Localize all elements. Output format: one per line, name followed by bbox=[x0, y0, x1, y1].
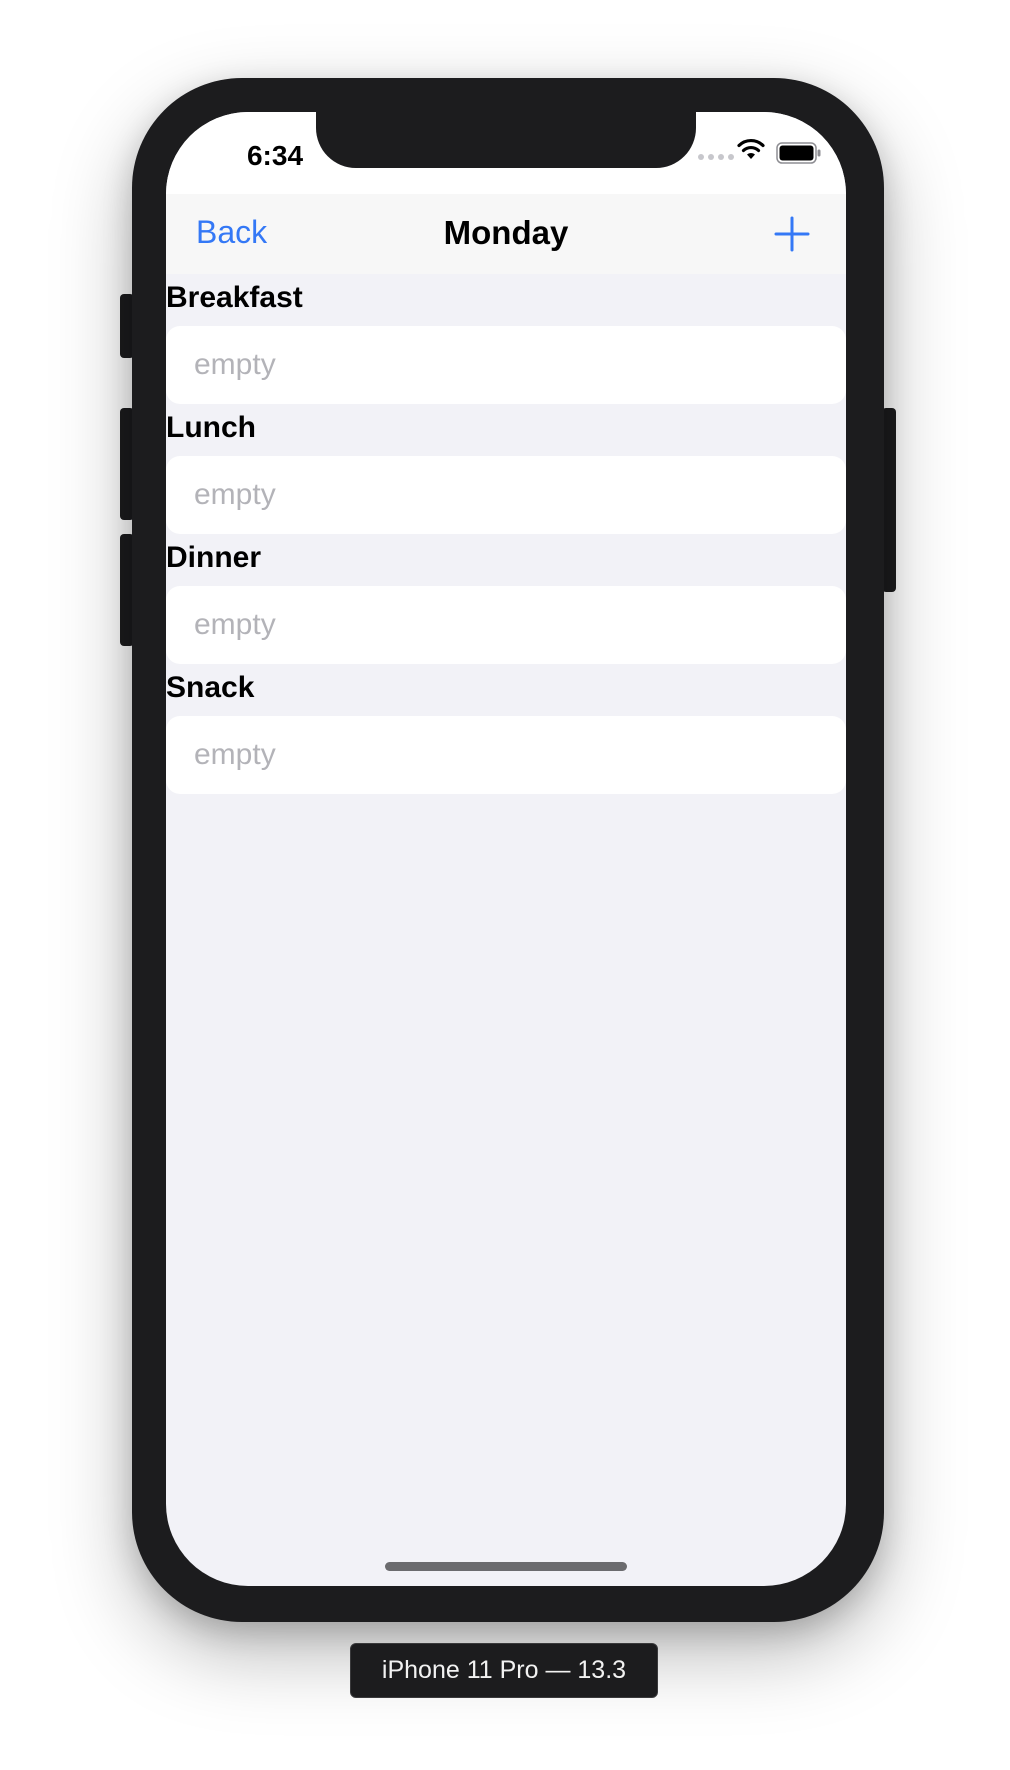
status-bar: 6:34 bbox=[166, 112, 846, 194]
device-label: iPhone 11 Pro — 13.3 bbox=[350, 1643, 658, 1698]
section-header-snack: Snack bbox=[166, 671, 255, 704]
section-header-dinner: Dinner bbox=[166, 541, 262, 574]
section-row-snack[interactable]: empty bbox=[166, 716, 846, 794]
plus-icon[interactable] bbox=[774, 216, 810, 252]
section-row-breakfast[interactable]: empty bbox=[166, 326, 846, 404]
phone-screen: 6:34 Back Monday Breakfast empty Lunch e… bbox=[166, 112, 846, 1586]
section-row-lunch[interactable]: empty bbox=[166, 456, 846, 534]
section-row-dinner[interactable]: empty bbox=[166, 586, 846, 664]
notch bbox=[316, 112, 696, 168]
section-header-breakfast: Breakfast bbox=[166, 281, 303, 314]
status-time: 6:34 bbox=[246, 140, 304, 171]
power-button bbox=[882, 408, 896, 592]
home-indicator[interactable] bbox=[385, 1562, 627, 1571]
section-header-lunch: Lunch bbox=[166, 411, 256, 444]
cellular-signal-icon bbox=[698, 154, 734, 160]
meal-list: Breakfast empty Lunch empty Dinner empty… bbox=[166, 274, 846, 794]
wifi-icon bbox=[737, 138, 765, 159]
navigation-bar: Back Monday bbox=[166, 194, 846, 274]
battery-icon bbox=[776, 142, 821, 164]
page-title: Monday bbox=[443, 214, 569, 251]
back-button[interactable]: Back bbox=[196, 214, 267, 251]
